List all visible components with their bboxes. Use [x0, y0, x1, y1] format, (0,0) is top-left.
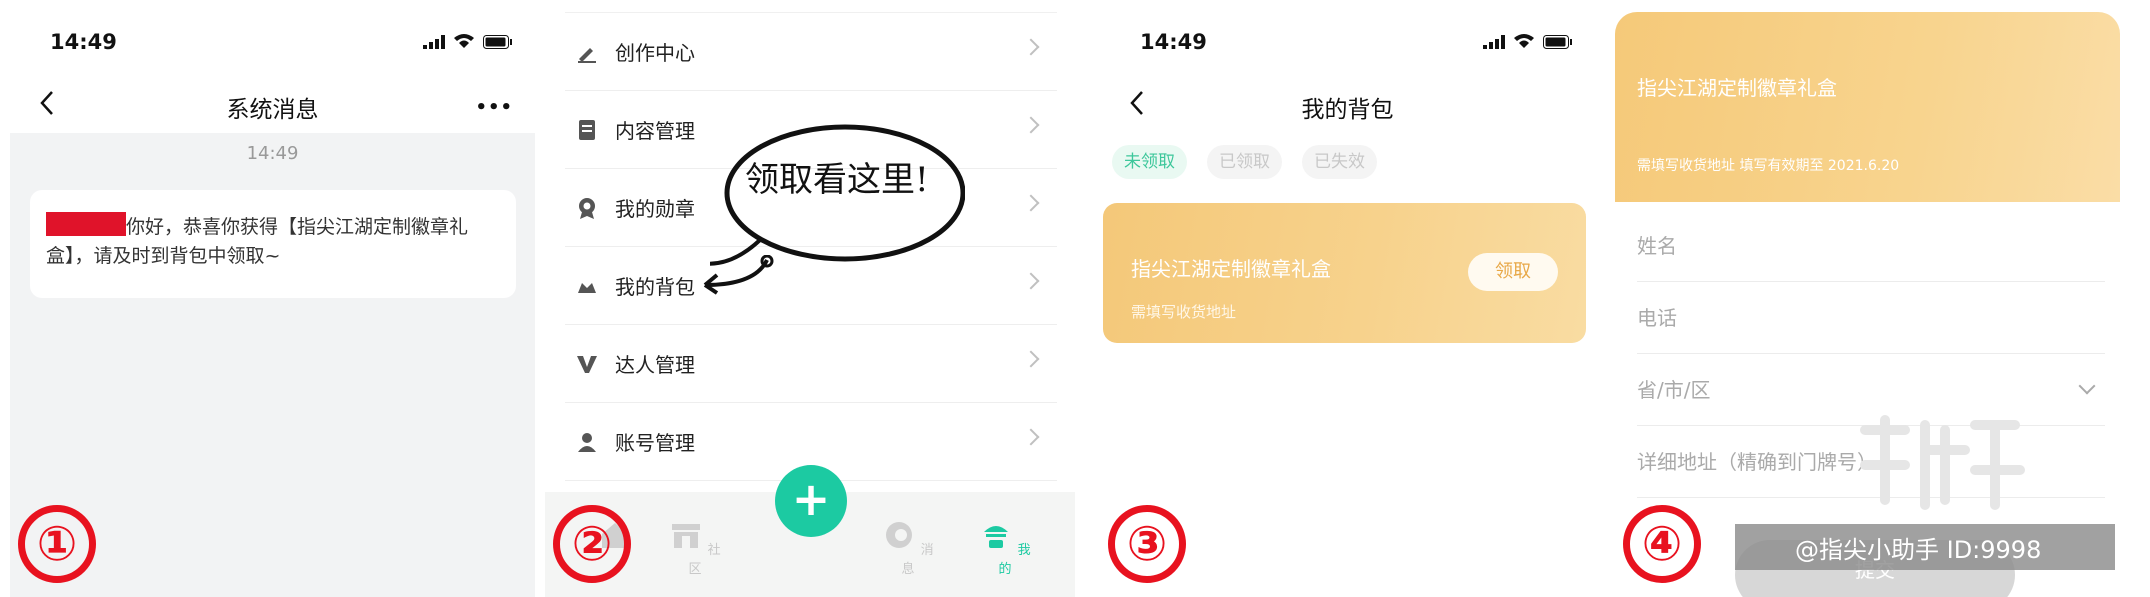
status-bar: 14:49	[1100, 0, 1595, 80]
step-badge: ①	[18, 505, 96, 583]
signal-icon	[1483, 35, 1505, 49]
message-icon	[886, 522, 913, 548]
user-icon	[575, 430, 599, 454]
pen-icon	[575, 40, 599, 64]
panel-my-backpack: 14:49 我的背包 未领取 已领取 已失效 指尖江湖定制徽章礼盒 需填写收货地…	[1100, 0, 1595, 597]
watermark-text: @指尖小助手 ID:9998	[1795, 536, 2042, 564]
message-card[interactable]: 你好，恭喜你获得【指尖江湖定制徽章礼盒】，请及时到背包中领取~	[30, 190, 516, 298]
community-icon	[672, 524, 701, 548]
status-time: 14:49	[50, 30, 117, 54]
menu-item-creation-center[interactable]: 创作中心	[565, 13, 1057, 91]
gift-title: 指尖江湖定制徽章礼盒	[1131, 257, 1331, 281]
v-badge-icon	[575, 352, 599, 376]
chevron-right-icon	[1022, 428, 1040, 446]
gift-header: 指尖江湖定制徽章礼盒 需填写收货地址 填写有效期至 2021.6.20	[1615, 12, 2120, 202]
chevron-right-icon	[1022, 116, 1040, 134]
tab-community[interactable]: 社区	[665, 520, 725, 577]
nav-bar: 系统消息 •••	[10, 80, 535, 133]
nav-bar: 我的背包	[1100, 80, 1595, 125]
step-badge: ③	[1108, 505, 1186, 583]
status-bar: 14:49	[10, 0, 535, 80]
panel-address-form: 指尖江湖定制徽章礼盒 需填写收货地址 填写有效期至 2021.6.20 姓名 电…	[1615, 0, 2125, 597]
menu-label: 内容管理	[615, 119, 695, 143]
create-button[interactable]: +	[775, 465, 847, 537]
battery-icon	[1543, 35, 1572, 49]
gift-card: 指尖江湖定制徽章礼盒 需填写收货地址 领取	[1103, 203, 1586, 343]
filter-unclaimed[interactable]: 未领取	[1112, 145, 1187, 179]
status-icons	[1483, 33, 1573, 49]
redacted-name	[46, 212, 126, 236]
profile-icon	[984, 526, 1009, 548]
panel-system-messages: 14:49 系统消息 ••• 14:49 你好，恭喜你获得【指尖江湖定制徽章礼盒…	[10, 0, 535, 597]
chevron-down-icon	[2078, 377, 2096, 395]
callout-text: 领取看这里!	[745, 160, 929, 200]
panel-profile-menu: 创作中心 内容管理 我的勋章 我的背包 达人管理 账号管理 领取看这里! 社区 …	[545, 0, 1075, 597]
signal-icon	[423, 35, 445, 49]
step-badge: ④	[1623, 505, 1701, 583]
watermark-logo	[1860, 415, 2025, 510]
region-placeholder: 省/市/区	[1637, 378, 1711, 402]
tab-profile[interactable]: 我的	[975, 520, 1035, 577]
wifi-icon	[454, 34, 474, 48]
status-icons	[423, 33, 513, 49]
gift-title: 指尖江湖定制徽章礼盒	[1637, 76, 1837, 100]
wifi-icon	[1514, 34, 1534, 48]
gift-subtitle: 需填写收货地址	[1131, 303, 1237, 321]
menu-label: 我的背包	[615, 275, 695, 299]
tab-messages[interactable]: 消息	[878, 520, 938, 577]
battery-icon	[483, 35, 512, 49]
page-title: 系统消息	[226, 97, 319, 123]
gift-subtitle: 需填写收货地址 填写有效期至 2021.6.20	[1637, 158, 1900, 174]
chevron-right-icon	[1022, 350, 1040, 368]
medal-icon	[575, 196, 599, 220]
filter-claimed[interactable]: 已领取	[1207, 145, 1282, 179]
menu-label: 达人管理	[615, 353, 695, 377]
chevron-right-icon	[1022, 38, 1040, 56]
claim-button[interactable]: 领取	[1468, 253, 1558, 291]
filter-tabs: 未领取 已领取 已失效	[1112, 145, 1377, 179]
filter-expired[interactable]: 已失效	[1302, 145, 1377, 179]
phone-field[interactable]: 电话	[1637, 282, 2105, 354]
callout-arrow-icon	[703, 255, 774, 295]
backpack-icon	[575, 274, 599, 298]
menu-item-expert-management[interactable]: 达人管理	[565, 325, 1057, 403]
menu-label: 我的勋章	[615, 197, 695, 221]
status-time: 14:49	[1140, 30, 1207, 54]
chevron-right-icon	[1022, 272, 1040, 290]
chevron-right-icon	[1022, 194, 1040, 212]
menu-label: 创作中心	[615, 41, 695, 65]
menu-label: 账号管理	[615, 431, 695, 455]
step-badge: ②	[553, 505, 631, 583]
message-time: 14:49	[246, 143, 299, 164]
name-field[interactable]: 姓名	[1637, 210, 2105, 282]
more-icon[interactable]: •••	[475, 97, 513, 118]
document-icon	[575, 118, 599, 142]
page-title: 我的背包	[1301, 97, 1394, 123]
